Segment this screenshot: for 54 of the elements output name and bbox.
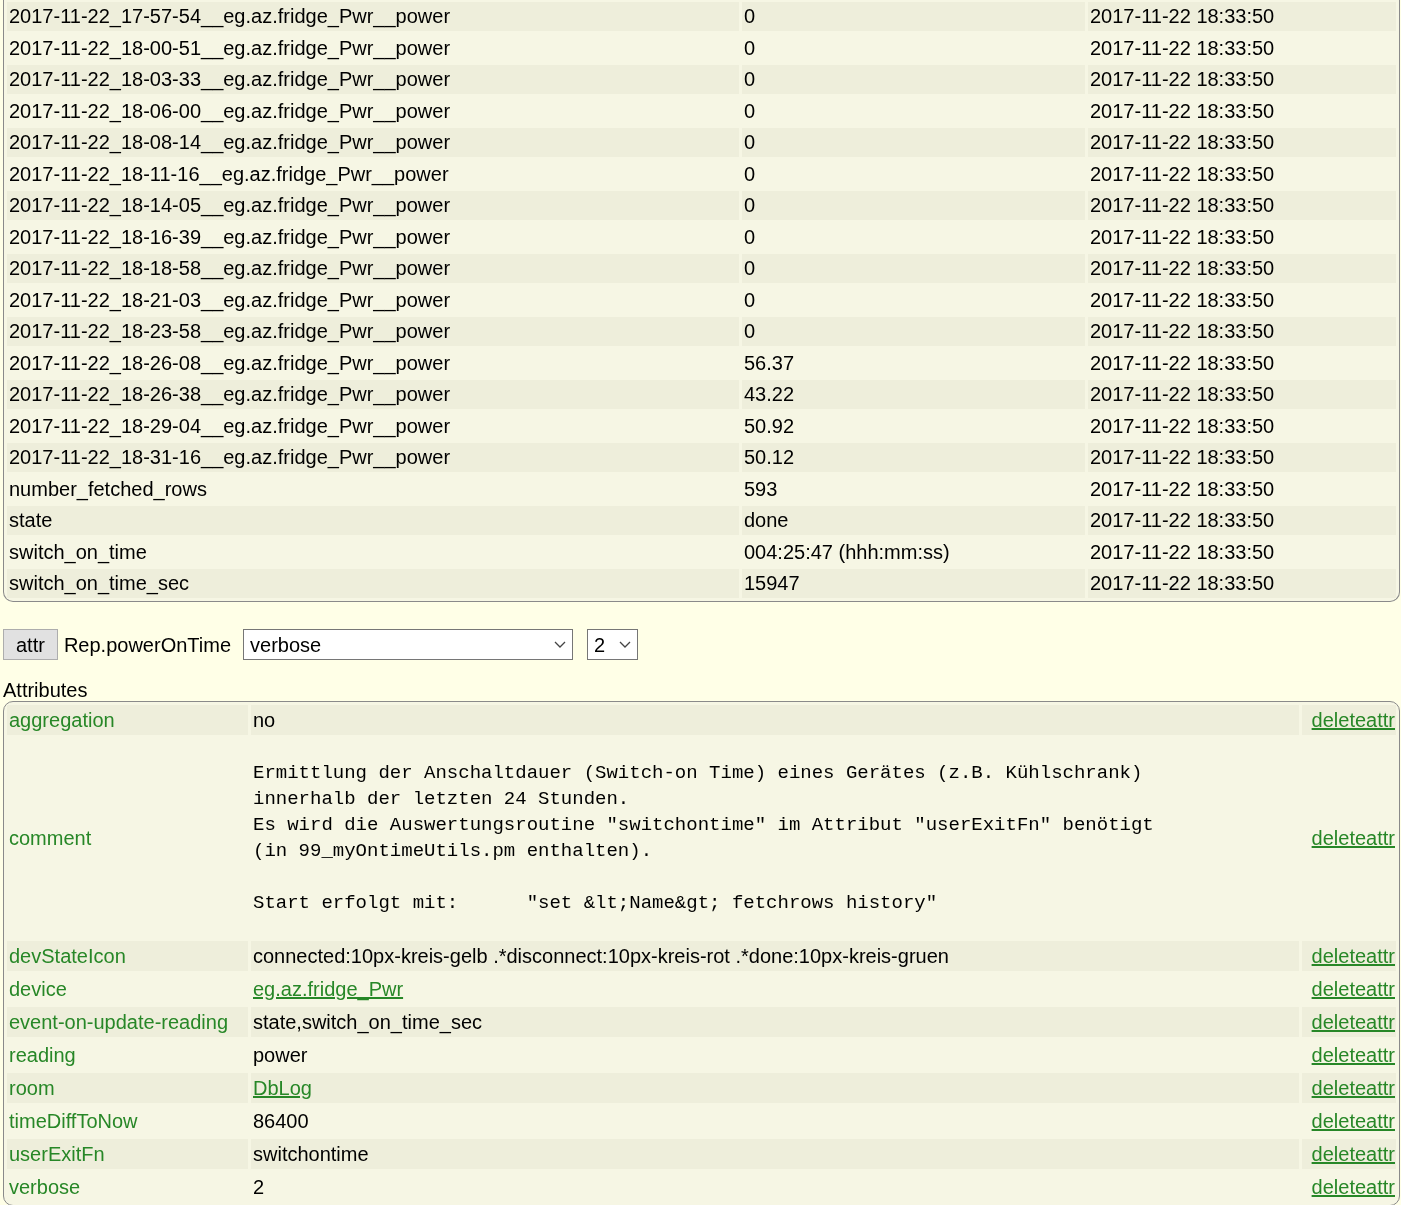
- delete-attribute-link[interactable]: deleteattr: [1311, 1109, 1395, 1132]
- device-name: Rep.powerOnTime: [63, 632, 231, 658]
- reading-value: 0: [742, 65, 1085, 94]
- reading-value: 0: [742, 2, 1085, 31]
- reading-name: 2017-11-22_18-26-38__eg.az.fridge_Pwr__power: [7, 380, 739, 409]
- reading-timestamp: 2017-11-22 18:33:50: [1088, 2, 1396, 31]
- reading-name: switch_on_time_sec: [7, 569, 739, 598]
- attribute-name: room: [7, 1072, 248, 1103]
- reading-timestamp: 2017-11-22 18:33:50: [1088, 443, 1396, 472]
- section-heading: Attributes: [3, 678, 89, 701]
- chevron-down-icon: [554, 640, 566, 649]
- reading-timestamp: 2017-11-22 18:33:50: [1088, 254, 1396, 283]
- value-select[interactable]: 2: [587, 629, 638, 660]
- attribute-name: event-on-update-reading: [7, 1006, 248, 1037]
- reading-timestamp: 2017-11-22 18:33:50: [1088, 569, 1396, 598]
- reading-value: done: [742, 506, 1085, 535]
- attr-button[interactable]: attr: [3, 629, 58, 660]
- reading-timestamp: 2017-11-22 18:33:50: [1088, 317, 1396, 346]
- delete-attribute-link[interactable]: deleteattr: [1311, 977, 1395, 1000]
- reading-value: 0: [742, 191, 1085, 220]
- attribute-value: connected:10px-kreis-gelb .*disconnect:10px-kreis-rot .*done:10px-kreis-gruen: [251, 940, 1299, 971]
- reading-name: 2017-11-22_18-14-05__eg.az.fridge_Pwr__power: [7, 191, 739, 220]
- attribute-value: no: [251, 704, 1299, 735]
- delete-attribute-link[interactable]: deleteattr: [1311, 1043, 1395, 1066]
- delete-attribute-link[interactable]: deleteattr: [1311, 1175, 1395, 1198]
- attribute-name: userExitFn: [7, 1138, 248, 1169]
- reading-timestamp: 2017-11-22 18:33:50: [1088, 128, 1396, 157]
- reading-timestamp: 2017-11-22 18:33:50: [1088, 191, 1396, 220]
- attribute-link[interactable]: DbLog: [253, 1076, 312, 1099]
- attribute-link[interactable]: eg.az.fridge_Pwr: [253, 977, 404, 1000]
- reading-value: 0: [742, 254, 1085, 283]
- reading-name: 2017-11-22_18-03-33__eg.az.fridge_Pwr__power: [7, 65, 739, 94]
- chevron-down-icon: [619, 640, 631, 649]
- delete-attribute-link[interactable]: deleteattr: [1311, 826, 1395, 849]
- reading-name: state: [7, 506, 739, 535]
- reading-name: 2017-11-22_17-57-54__eg.az.fridge_Pwr__power: [7, 2, 739, 31]
- reading-name: 2017-11-22_18-31-16__eg.az.fridge_Pwr__power: [7, 443, 739, 472]
- reading-name: 2017-11-22_18-08-14__eg.az.fridge_Pwr__power: [7, 128, 739, 157]
- attribute-value: switchontime: [251, 1138, 1299, 1169]
- reading-value: 0: [742, 128, 1085, 157]
- reading-value: 50.12: [742, 443, 1085, 472]
- attribute-name: devStateIcon: [7, 940, 248, 971]
- reading-name: 2017-11-22_18-18-58__eg.az.fridge_Pwr__power: [7, 254, 739, 283]
- attribute-select[interactable]: verbose: [243, 629, 573, 660]
- reading-name: 2017-11-22_18-23-58__eg.az.fridge_Pwr__power: [7, 317, 739, 346]
- reading-value: 0: [742, 317, 1085, 346]
- reading-value: 15947: [742, 569, 1085, 598]
- reading-timestamp: 2017-11-22 18:33:50: [1088, 65, 1396, 94]
- reading-timestamp: 2017-11-22 18:33:50: [1088, 506, 1396, 535]
- reading-value: 43.22: [742, 380, 1085, 409]
- comment-text: Ermittlung der Anschaltdauer (Switch-on Time) eines Gerätes (z.B. Kühlschrank) innerhalb der letzten 24 Stunden. Es wird die Auswertungsroutine "switchontime" im Attribut "userExitFn" benötigt (in 99_myOntimeUtils.pm enthalten). Start erfolgt mit: "set &lt;Name&gt; fetchrows history": [253, 760, 1155, 916]
- attribute-value: state,switch_on_time_sec: [251, 1006, 1299, 1037]
- reading-timestamp: 2017-11-22 18:33:50: [1088, 380, 1396, 409]
- attribute-name: aggregation: [7, 704, 248, 735]
